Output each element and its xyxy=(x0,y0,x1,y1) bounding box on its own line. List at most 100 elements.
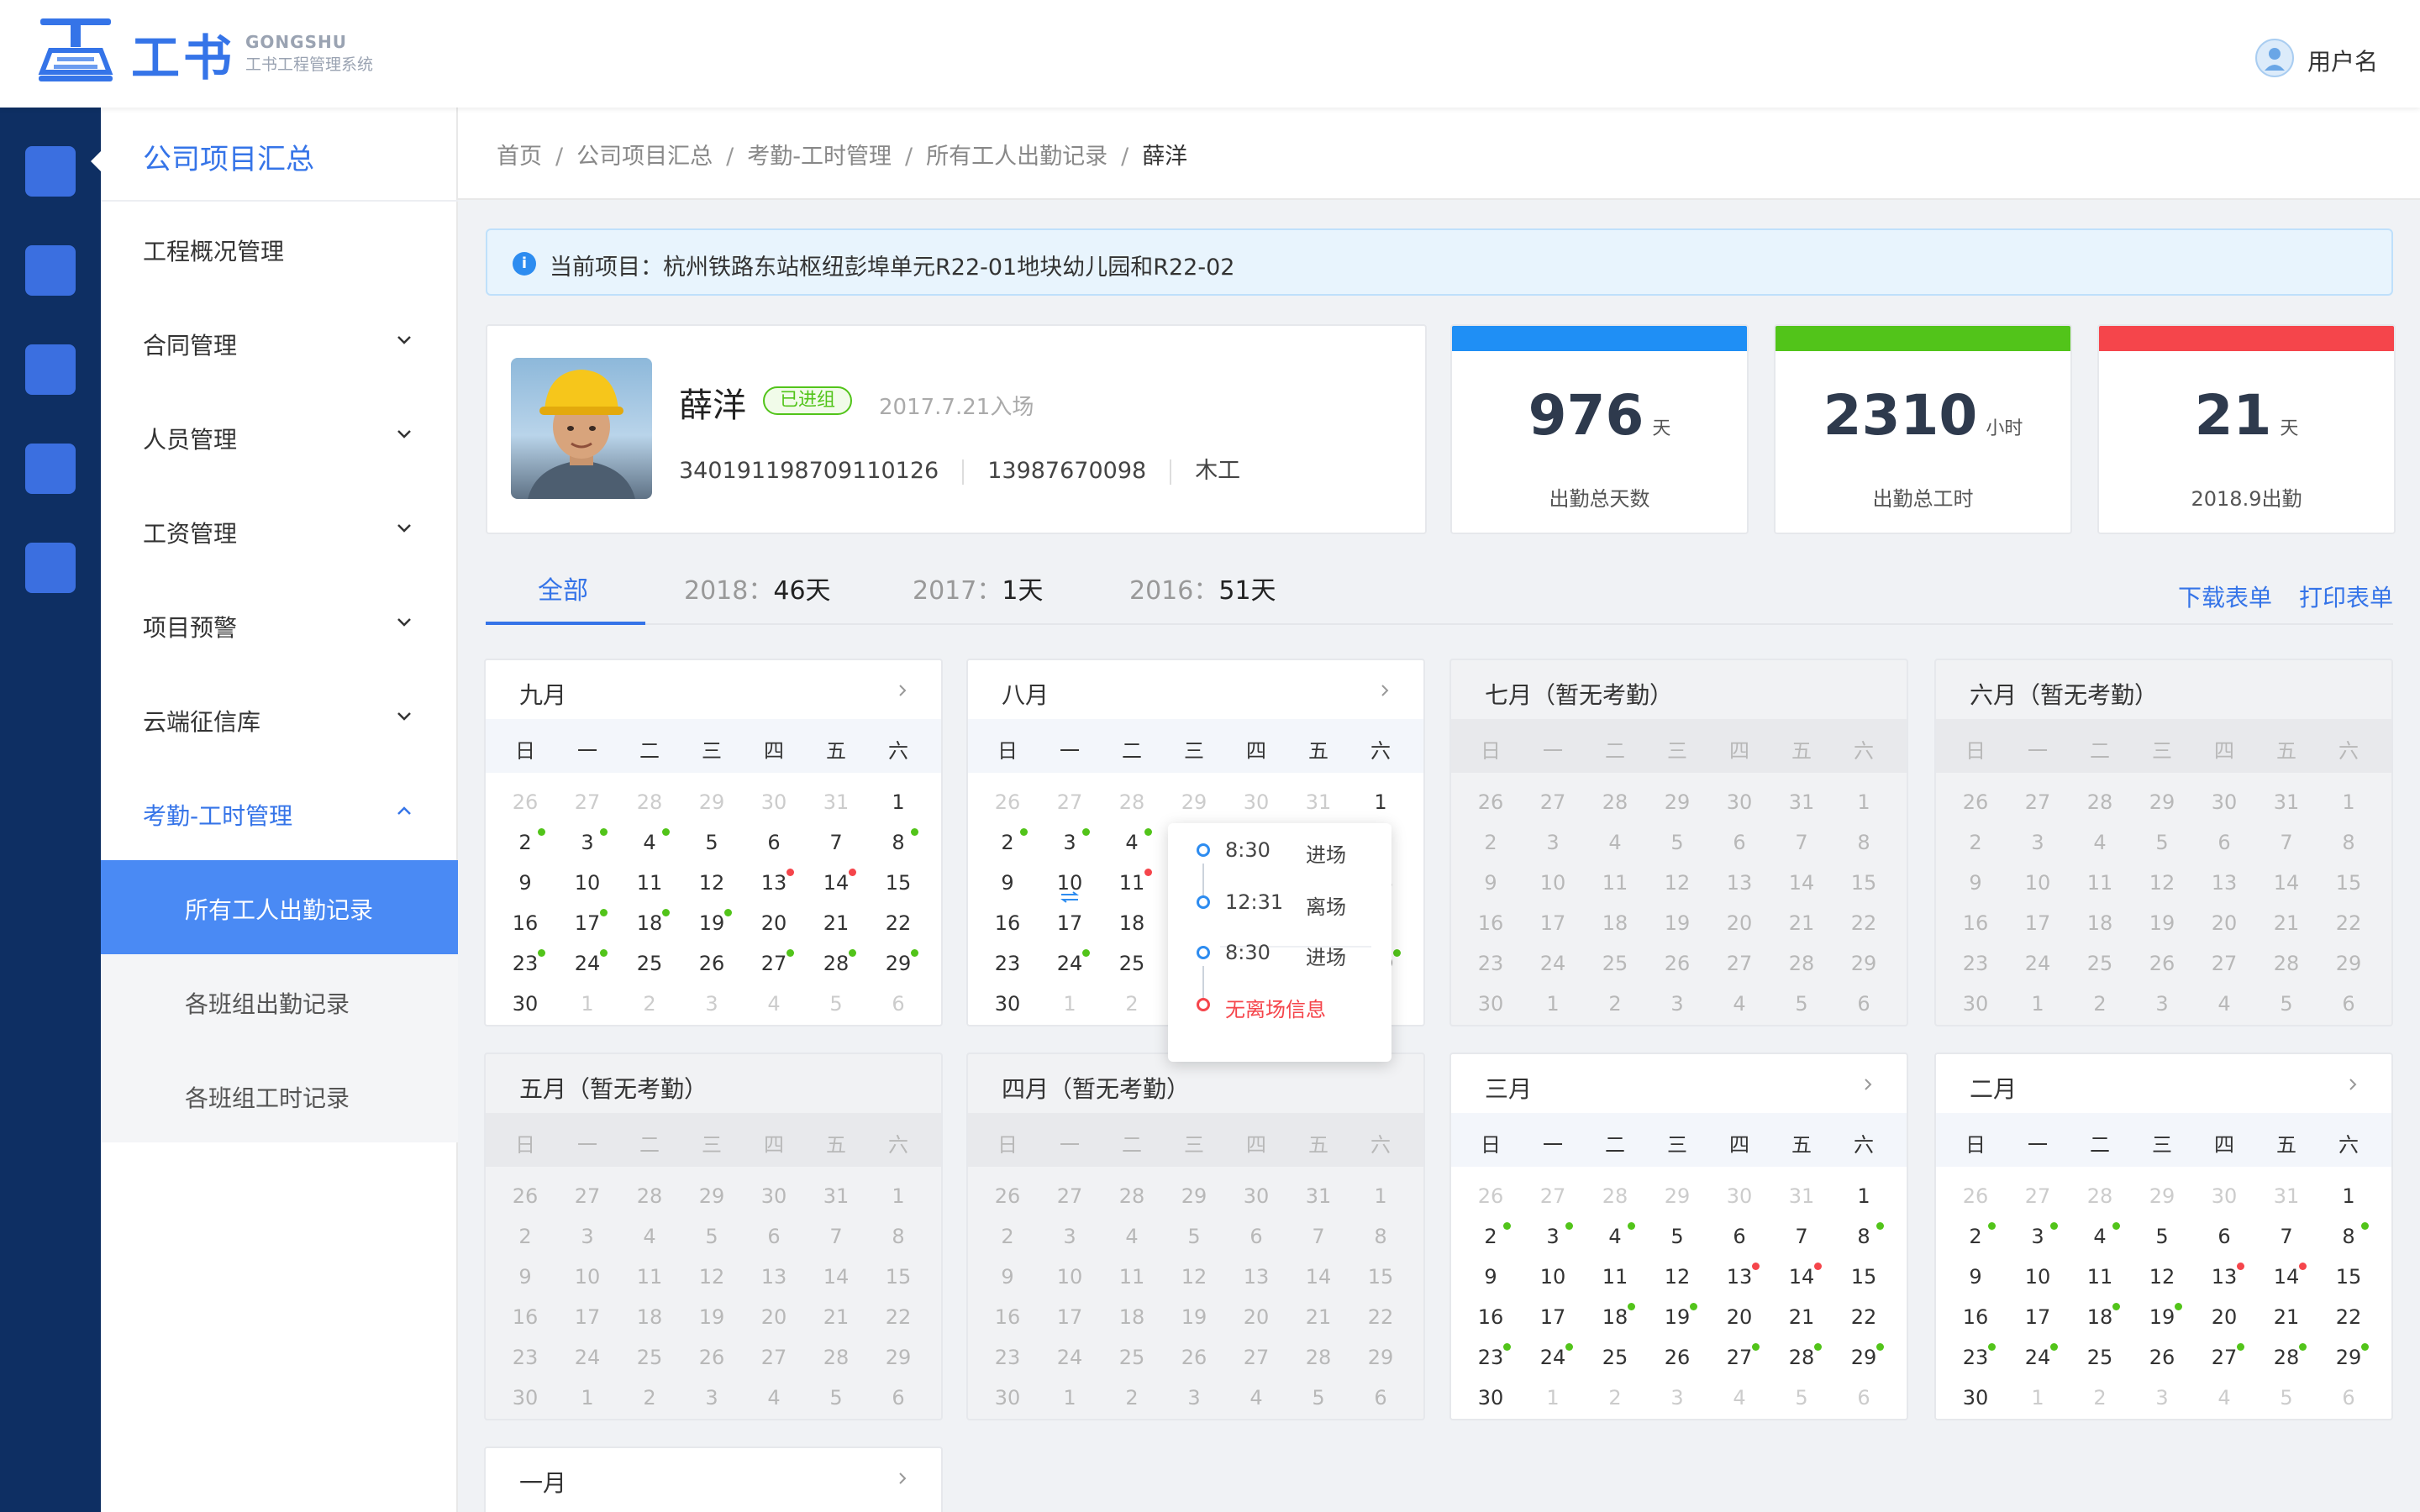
calendar-day[interactable]: 25 xyxy=(2069,1345,2131,1370)
calendar-day[interactable]: 21 xyxy=(1770,1305,1833,1330)
calendar-day[interactable]: 27 xyxy=(1708,1345,1770,1370)
calendar-day[interactable]: 2 xyxy=(1460,1224,1522,1249)
calendar-day[interactable]: 29 xyxy=(2317,1345,2380,1370)
calendar-day[interactable]: 28 xyxy=(2255,1345,2317,1370)
calendar-day[interactable]: 19 xyxy=(681,911,743,936)
calendar-day[interactable]: 26 xyxy=(2131,1345,2193,1370)
submenu-item-team-hours[interactable]: 各班组工时记录 xyxy=(101,1048,458,1142)
calendar-day[interactable]: 10 xyxy=(2007,1264,2069,1289)
calendar-day[interactable]: 3 xyxy=(1522,1224,1584,1249)
user-name[interactable]: 用户名 xyxy=(2307,44,2378,77)
breadcrumb-link-all-workers[interactable]: 所有工人出勤记录 xyxy=(926,138,1107,171)
calendar-day[interactable]: 9 xyxy=(494,870,556,895)
calendar-day[interactable]: 5 xyxy=(2131,1224,2193,1249)
calendar-day[interactable]: 25 xyxy=(1584,1345,1646,1370)
submenu-item-team-attendance[interactable]: 各班组出勤记录 xyxy=(101,954,458,1048)
calendar-day[interactable]: 4 xyxy=(1101,830,1163,855)
calendar-day[interactable]: 3 xyxy=(556,830,618,855)
calendar-day[interactable]: 18 xyxy=(1101,911,1163,936)
calendar-day[interactable]: 5 xyxy=(681,830,743,855)
calendar-day[interactable]: 8 xyxy=(2317,1224,2380,1249)
calendar-day[interactable]: 21 xyxy=(805,911,867,936)
tab-2016[interactable]: 2016：51天 xyxy=(1129,570,1276,637)
calendar-day[interactable]: 8 xyxy=(1833,1224,1895,1249)
menu-item-contracts[interactable]: 合同管理 xyxy=(101,296,458,390)
calendar-day[interactable]: 11 xyxy=(1101,870,1163,895)
calendar-day[interactable]: 14 xyxy=(1770,1264,1833,1289)
calendar-day[interactable]: 18 xyxy=(2069,1305,2131,1330)
calendar-day[interactable]: 3 xyxy=(1039,830,1101,855)
chevron-right-icon[interactable] xyxy=(896,1472,909,1485)
calendar-day[interactable]: 1 xyxy=(867,790,929,815)
calendar-day[interactable]: 19 xyxy=(2131,1305,2193,1330)
calendar-day[interactable]: 15 xyxy=(2317,1264,2380,1289)
calendar-day[interactable]: 18 xyxy=(618,911,681,936)
calendar-day[interactable]: 29 xyxy=(867,951,929,976)
calendar-day[interactable]: 2 xyxy=(976,830,1039,855)
calendar-day[interactable]: 17 xyxy=(1522,1305,1584,1330)
calendar-day[interactable]: 23 xyxy=(1460,1345,1522,1370)
calendar-day[interactable]: 23 xyxy=(494,951,556,976)
chevron-right-icon[interactable] xyxy=(1378,684,1392,697)
calendar-day[interactable]: 2 xyxy=(1944,1224,2007,1249)
calendar-day[interactable]: 10 xyxy=(1522,1264,1584,1289)
calendar-day[interactable]: 30 xyxy=(1460,1385,1522,1410)
calendar-day[interactable]: 20 xyxy=(1708,1305,1770,1330)
calendar-day[interactable]: 20 xyxy=(743,911,805,936)
calendar-day[interactable]: 19 xyxy=(1646,1305,1708,1330)
calendar-day[interactable]: 13 xyxy=(743,870,805,895)
chevron-right-icon[interactable] xyxy=(1861,1078,1875,1091)
tab-all[interactable]: 全部 xyxy=(538,570,588,637)
calendar-day[interactable]: 24 xyxy=(1039,951,1101,976)
print-link[interactable]: 打印表单 xyxy=(2299,580,2393,613)
user-avatar[interactable] xyxy=(2255,39,2294,77)
rail-button-5[interactable] xyxy=(25,543,76,593)
calendar-day[interactable]: 7 xyxy=(1770,1224,1833,1249)
calendar-day[interactable]: 17 xyxy=(556,911,618,936)
breadcrumb-link-company[interactable]: 公司项目汇总 xyxy=(576,138,713,171)
calendar-day[interactable]: 14 xyxy=(805,870,867,895)
download-link[interactable]: 下载表单 xyxy=(2178,580,2272,613)
menu-item-project-overview[interactable]: 工程概况管理 xyxy=(101,202,458,296)
calendar-day[interactable]: 7 xyxy=(2255,1224,2317,1249)
calendar-day[interactable]: 18 xyxy=(1584,1305,1646,1330)
calendar-day[interactable]: 29 xyxy=(1833,1345,1895,1370)
tab-2018[interactable]: 2018：46天 xyxy=(684,570,831,637)
calendar-day[interactable]: 12 xyxy=(681,870,743,895)
calendar-day[interactable]: 23 xyxy=(1944,1345,2007,1370)
calendar-day[interactable]: 11 xyxy=(1584,1264,1646,1289)
calendar-day[interactable]: 27 xyxy=(2193,1345,2255,1370)
calendar-day[interactable]: 4 xyxy=(1584,1224,1646,1249)
calendar-day[interactable]: 16 xyxy=(976,911,1039,936)
calendar-day[interactable]: 9 xyxy=(1944,1264,2007,1289)
calendar-day[interactable]: 28 xyxy=(805,951,867,976)
rail-button-1[interactable] xyxy=(25,146,76,197)
calendar-day[interactable]: 30 xyxy=(1944,1385,2007,1410)
chevron-right-icon[interactable] xyxy=(2346,1078,2360,1091)
calendar-day[interactable]: 13 xyxy=(1708,1264,1770,1289)
calendar-day[interactable]: 25 xyxy=(1101,951,1163,976)
chevron-right-icon[interactable] xyxy=(896,684,909,697)
calendar-day[interactable]: 30 xyxy=(976,991,1039,1016)
calendar-day[interactable]: 24 xyxy=(1522,1345,1584,1370)
rail-button-3[interactable] xyxy=(25,344,76,395)
calendar-day[interactable]: 22 xyxy=(2317,1305,2380,1330)
calendar-day[interactable]: 4 xyxy=(2069,1224,2131,1249)
calendar-day[interactable]: 5 xyxy=(1646,1224,1708,1249)
calendar-day[interactable]: 28 xyxy=(1770,1345,1833,1370)
calendar-day[interactable]: 24 xyxy=(2007,1345,2069,1370)
calendar-day[interactable]: 12 xyxy=(1646,1264,1708,1289)
calendar-day[interactable]: 8 xyxy=(867,830,929,855)
calendar-day[interactable]: 17 xyxy=(2007,1305,2069,1330)
calendar-day[interactable]: 10 xyxy=(556,870,618,895)
calendar-day[interactable]: 22 xyxy=(867,911,929,936)
calendar-day[interactable]: 25 xyxy=(618,951,681,976)
calendar-day[interactable]: 6 xyxy=(743,830,805,855)
tab-2017[interactable]: 2017：1天 xyxy=(913,570,1043,637)
calendar-day[interactable]: 14 xyxy=(2255,1264,2317,1289)
calendar-day[interactable]: 22 xyxy=(1833,1305,1895,1330)
calendar-day[interactable]: 16 xyxy=(1944,1305,2007,1330)
menu-item-wages[interactable]: 工资管理 xyxy=(101,484,458,578)
rail-button-4[interactable] xyxy=(25,444,76,494)
calendar-day[interactable]: 4 xyxy=(618,830,681,855)
